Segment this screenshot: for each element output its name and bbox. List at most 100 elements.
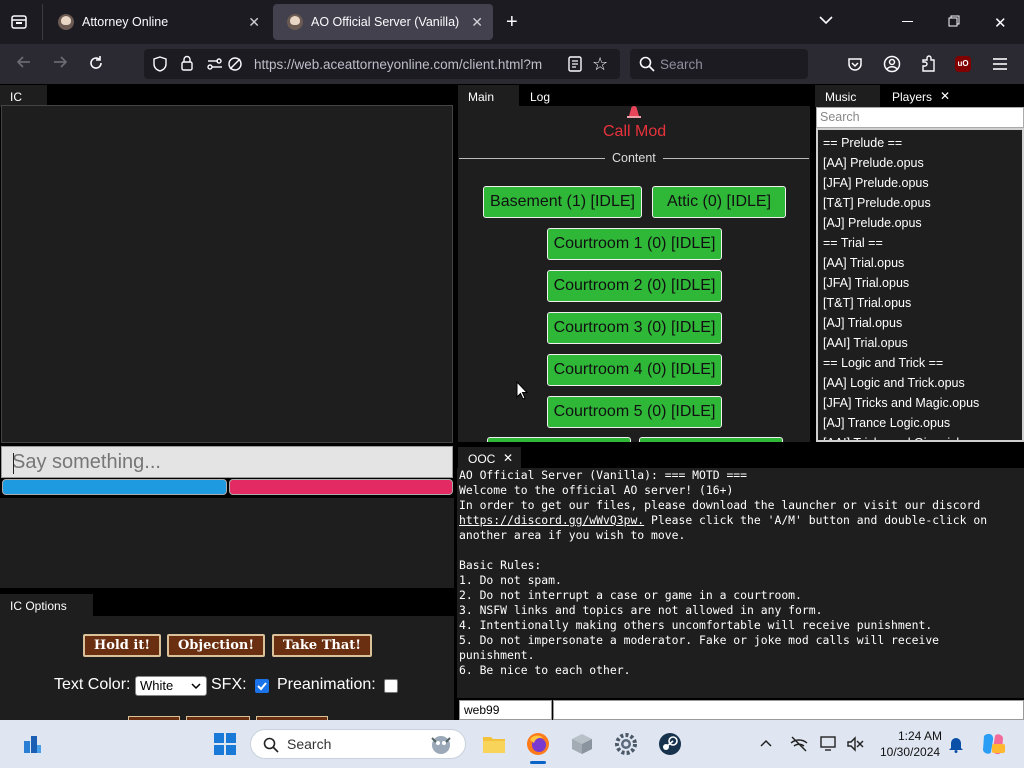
list-all-tabs-icon[interactable] <box>818 14 834 26</box>
autoplay-blocked-icon[interactable] <box>227 56 243 72</box>
call-mod-bell-icon[interactable] <box>626 106 642 118</box>
file-explorer-icon[interactable] <box>482 733 506 755</box>
settings-gear-icon[interactable] <box>614 732 638 756</box>
tab-ic[interactable]: IC <box>0 85 47 107</box>
tab-log[interactable]: Log <box>520 85 580 107</box>
ic-chat-input[interactable]: Say something... <box>1 446 453 478</box>
tab-overview-icon[interactable] <box>10 13 28 31</box>
area-button-partial-left[interactable] <box>487 437 631 442</box>
music-item[interactable]: [AA] Prelude.opus <box>818 153 1022 173</box>
permissions-icon[interactable] <box>206 56 224 72</box>
preanimation-checkbox[interactable] <box>384 679 398 693</box>
area-button-courtroom-4[interactable]: Courtroom 4 (0) [IDLE] <box>547 354 722 386</box>
display-icon[interactable] <box>820 735 838 753</box>
taskbar-time[interactable]: 1:24 AM <box>898 729 942 743</box>
ic-viewport <box>1 105 453 443</box>
notification-bell-icon[interactable] <box>948 735 964 753</box>
ooc-line: 3. NSFW links and topics are not allowed… <box>459 603 823 617</box>
ooc-line: 5. Do not impersonate a moderator. Fake … <box>459 633 940 647</box>
reload-icon[interactable] <box>88 55 104 71</box>
call-mod-button[interactable]: Call Mod <box>603 123 666 141</box>
ublock-origin-icon[interactable]: uO <box>955 56 971 72</box>
area-button-courtroom-3[interactable]: Courtroom 3 (0) [IDLE] <box>547 312 722 344</box>
app-box-icon[interactable] <box>570 732 594 756</box>
close-tab-icon[interactable]: ✕ <box>503 451 513 465</box>
music-item[interactable]: [JFA] Tricks and Magic.opus <box>818 393 1022 413</box>
discord-link[interactable]: https://discord.gg/wWvQ3pw. <box>459 513 644 527</box>
account-icon[interactable] <box>883 55 901 73</box>
area-button-courtroom-5[interactable]: Courtroom 5 (0) [IDLE] <box>547 396 722 428</box>
search-highlight-icon <box>427 733 455 757</box>
new-tab-icon[interactable]: + <box>506 11 518 34</box>
lock-icon[interactable] <box>180 55 194 71</box>
tray-overflow-chevron-up-icon[interactable] <box>759 738 773 748</box>
text-color-select[interactable]: White <box>135 676 207 696</box>
bookmark-star-icon[interactable]: ☆ <box>592 54 608 75</box>
shield-icon[interactable] <box>152 56 168 72</box>
taskbar-date[interactable]: 10/30/2024 <box>880 745 940 759</box>
take-that-button[interactable]: Take That! <box>272 634 372 657</box>
ooc-log: AO Official Server (Vanilla): === MOTD =… <box>457 468 1024 698</box>
url-bar[interactable]: https://web.aceattorneyonline.com/client… <box>144 49 620 79</box>
steam-icon[interactable] <box>658 732 682 756</box>
close-window-icon[interactable]: ✕ <box>994 14 1007 32</box>
music-item[interactable]: [AAI] Tricks and Gimmicks.opus <box>818 433 1022 440</box>
area-button-basement[interactable]: Basement (1) [IDLE] <box>483 186 642 218</box>
volume-muted-icon[interactable] <box>846 736 864 752</box>
defense-health-bar <box>2 479 227 495</box>
tab-ao-official-server[interactable]: AO Official Server (Vanilla) ✕ <box>273 4 493 40</box>
network-icon[interactable] <box>789 735 809 753</box>
music-item[interactable]: [AA] Logic and Trick.opus <box>818 373 1022 393</box>
close-tab-icon[interactable]: ✕ <box>471 14 483 31</box>
music-item[interactable]: [T&T] Prelude.opus <box>818 193 1022 213</box>
restore-window-icon[interactable] <box>948 15 960 27</box>
ooc-line-rest: Please click the 'A/M' button and double… <box>644 513 988 527</box>
forward-arrow-icon[interactable] <box>52 54 68 70</box>
music-item[interactable]: [AJ] Trial.opus <box>818 313 1022 333</box>
copilot-icon[interactable] <box>980 732 1006 756</box>
ooc-message-input[interactable] <box>553 700 1024 720</box>
tab-main[interactable]: Main <box>458 85 519 107</box>
music-item[interactable]: [AA] Trial.opus <box>818 253 1022 273</box>
close-tab-icon[interactable]: ✕ <box>248 14 260 31</box>
pocket-icon[interactable] <box>847 56 863 72</box>
extensions-icon[interactable] <box>920 55 936 73</box>
ooc-name-input[interactable]: web99 <box>459 700 552 720</box>
back-arrow-icon[interactable] <box>16 54 32 70</box>
music-item[interactable]: [AJ] Trance Logic.opus <box>818 413 1022 433</box>
music-item[interactable]: [T&T] Trial.opus <box>818 293 1022 313</box>
ooc-line: 1. Do not spam. <box>459 573 562 587</box>
url-text[interactable]: https://web.aceattorneyonline.com/client… <box>254 57 554 72</box>
music-item[interactable]: [AJ] Prelude.opus <box>818 213 1022 233</box>
prosecution-health-bar <box>229 479 453 495</box>
objection-button[interactable]: Objection! <box>167 634 265 657</box>
music-item[interactable]: [JFA] Prelude.opus <box>818 173 1022 193</box>
tab-ic-options[interactable]: IC Options <box>0 594 93 616</box>
area-button-attic[interactable]: Attic (0) [IDLE] <box>652 186 786 218</box>
tab-players[interactable]: Players ✕ <box>882 85 958 107</box>
minimize-window-icon[interactable] <box>902 21 913 22</box>
hold-it-button[interactable]: Hold it! <box>83 634 161 657</box>
music-search-input[interactable]: Search <box>816 107 1024 128</box>
tab-attorney-online[interactable]: Attorney Online ✕ <box>44 4 270 40</box>
menu-icon[interactable] <box>992 57 1008 71</box>
reader-view-icon[interactable] <box>568 56 582 72</box>
music-list[interactable]: == Prelude == [AA] Prelude.opus [JFA] Pr… <box>816 128 1024 442</box>
browser-search-bar[interactable]: Search <box>630 49 808 79</box>
ooc-name-value: web99 <box>464 703 500 717</box>
music-item[interactable]: [JFA] Trial.opus <box>818 273 1022 293</box>
area-button-courtroom-2[interactable]: Courtroom 2 (0) [IDLE] <box>547 270 722 302</box>
firefox-icon[interactable] <box>526 732 550 756</box>
widgets-icon[interactable] <box>22 733 42 755</box>
tab-music[interactable]: Music <box>815 85 880 107</box>
tab-ooc[interactable]: OOC ✕ <box>458 447 521 469</box>
windows-taskbar <box>0 720 1024 768</box>
close-tab-icon[interactable]: ✕ <box>940 89 950 103</box>
search-icon <box>639 56 655 72</box>
windows-start-icon[interactable] <box>214 733 236 755</box>
area-button-courtroom-1[interactable]: Courtroom 1 (0) [IDLE] <box>547 228 722 260</box>
area-button-partial-right[interactable] <box>639 437 783 442</box>
taskbar-search-box[interactable]: Search <box>250 729 466 759</box>
music-item[interactable]: [AAI] Trial.opus <box>818 333 1022 353</box>
sfx-checkbox[interactable] <box>255 679 269 693</box>
